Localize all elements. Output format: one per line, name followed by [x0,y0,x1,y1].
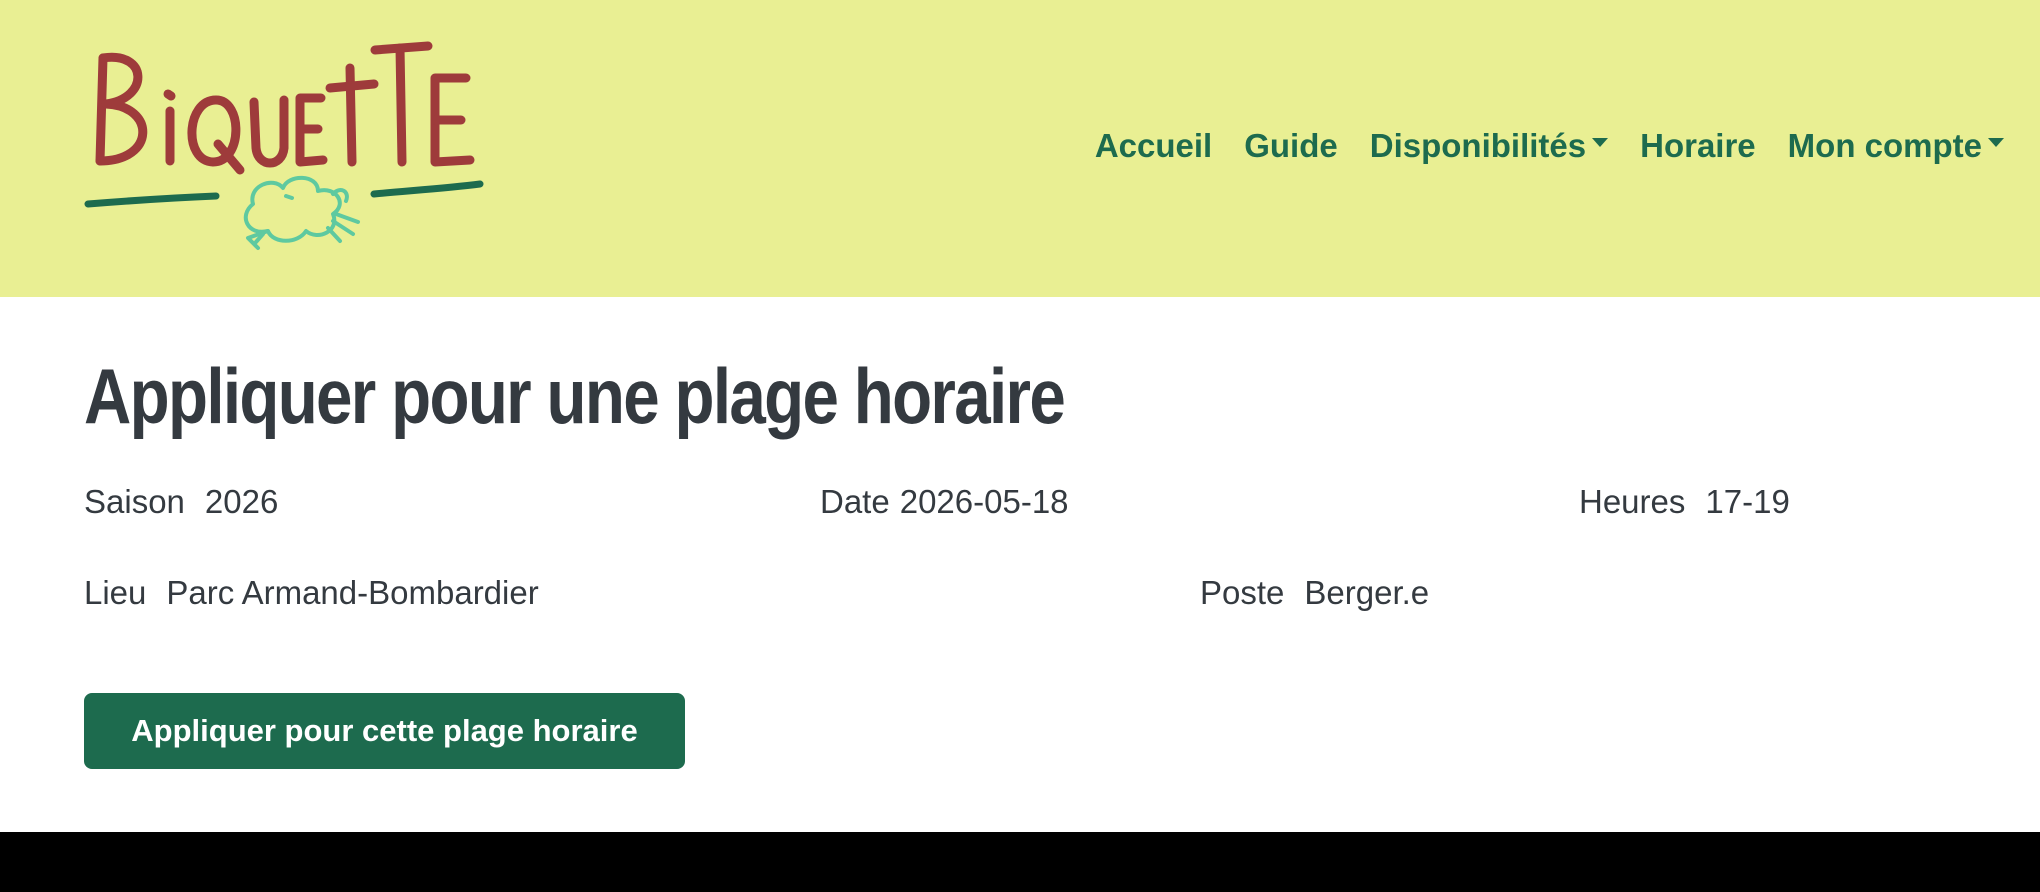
nav-horaire-label: Horaire [1640,127,1756,164]
saison-field: Saison 2026 [84,483,278,521]
footer-bar [0,832,2040,892]
poste-label: Poste [1200,574,1285,611]
heures-field: Heures 17-19 [1579,483,1790,521]
nav-guide-label: Guide [1244,127,1338,164]
biquette-logo-image [84,41,484,250]
date-value: 2026-05-18 [899,483,1069,520]
poste-field: Poste Berger.e [1200,574,1429,612]
nav-accueil[interactable]: Accueil [1079,118,1228,174]
main-nav: Accueil Guide Disponibilités Horaire Mon… [1079,118,2020,174]
page-title: Appliquer pour une plage horaire [84,352,1066,440]
biquette-logo[interactable] [78,36,498,256]
heures-value: 17-19 [1705,483,1790,520]
nav-horaire[interactable]: Horaire [1624,118,1772,174]
caret-down-icon [1592,137,1609,147]
nav-guide[interactable]: Guide [1228,118,1354,174]
saison-value: 2026 [204,483,279,520]
lieu-label: Lieu [84,574,147,611]
lieu-value: Parc Armand-Bombardier [166,574,539,611]
date-label: Date [820,483,890,520]
caret-down-icon [1988,137,2004,147]
lieu-field: Lieu Parc Armand-Bombardier [84,574,539,612]
main-content: Appliquer pour une plage horaire Saison 2… [0,297,2040,832]
site-header: Accueil Guide Disponibilités Horaire Mon… [0,0,2040,297]
apply-button[interactable]: Appliquer pour cette plage horaire [84,693,685,769]
saison-label: Saison [84,483,185,520]
date-field: Date 2026-05-18 [820,483,1069,521]
poste-value: Berger.e [1304,574,1430,611]
nav-disponibilites-dropdown[interactable]: Disponibilités [1354,118,1624,174]
nav-mon-compte-dropdown[interactable]: Mon compte [1772,118,2020,174]
nav-accueil-label: Accueil [1094,127,1213,164]
nav-disponibilites-label: Disponibilités [1369,127,1587,164]
nav-mon-compte-label: Mon compte [1787,127,1982,164]
heures-label: Heures [1579,483,1686,520]
